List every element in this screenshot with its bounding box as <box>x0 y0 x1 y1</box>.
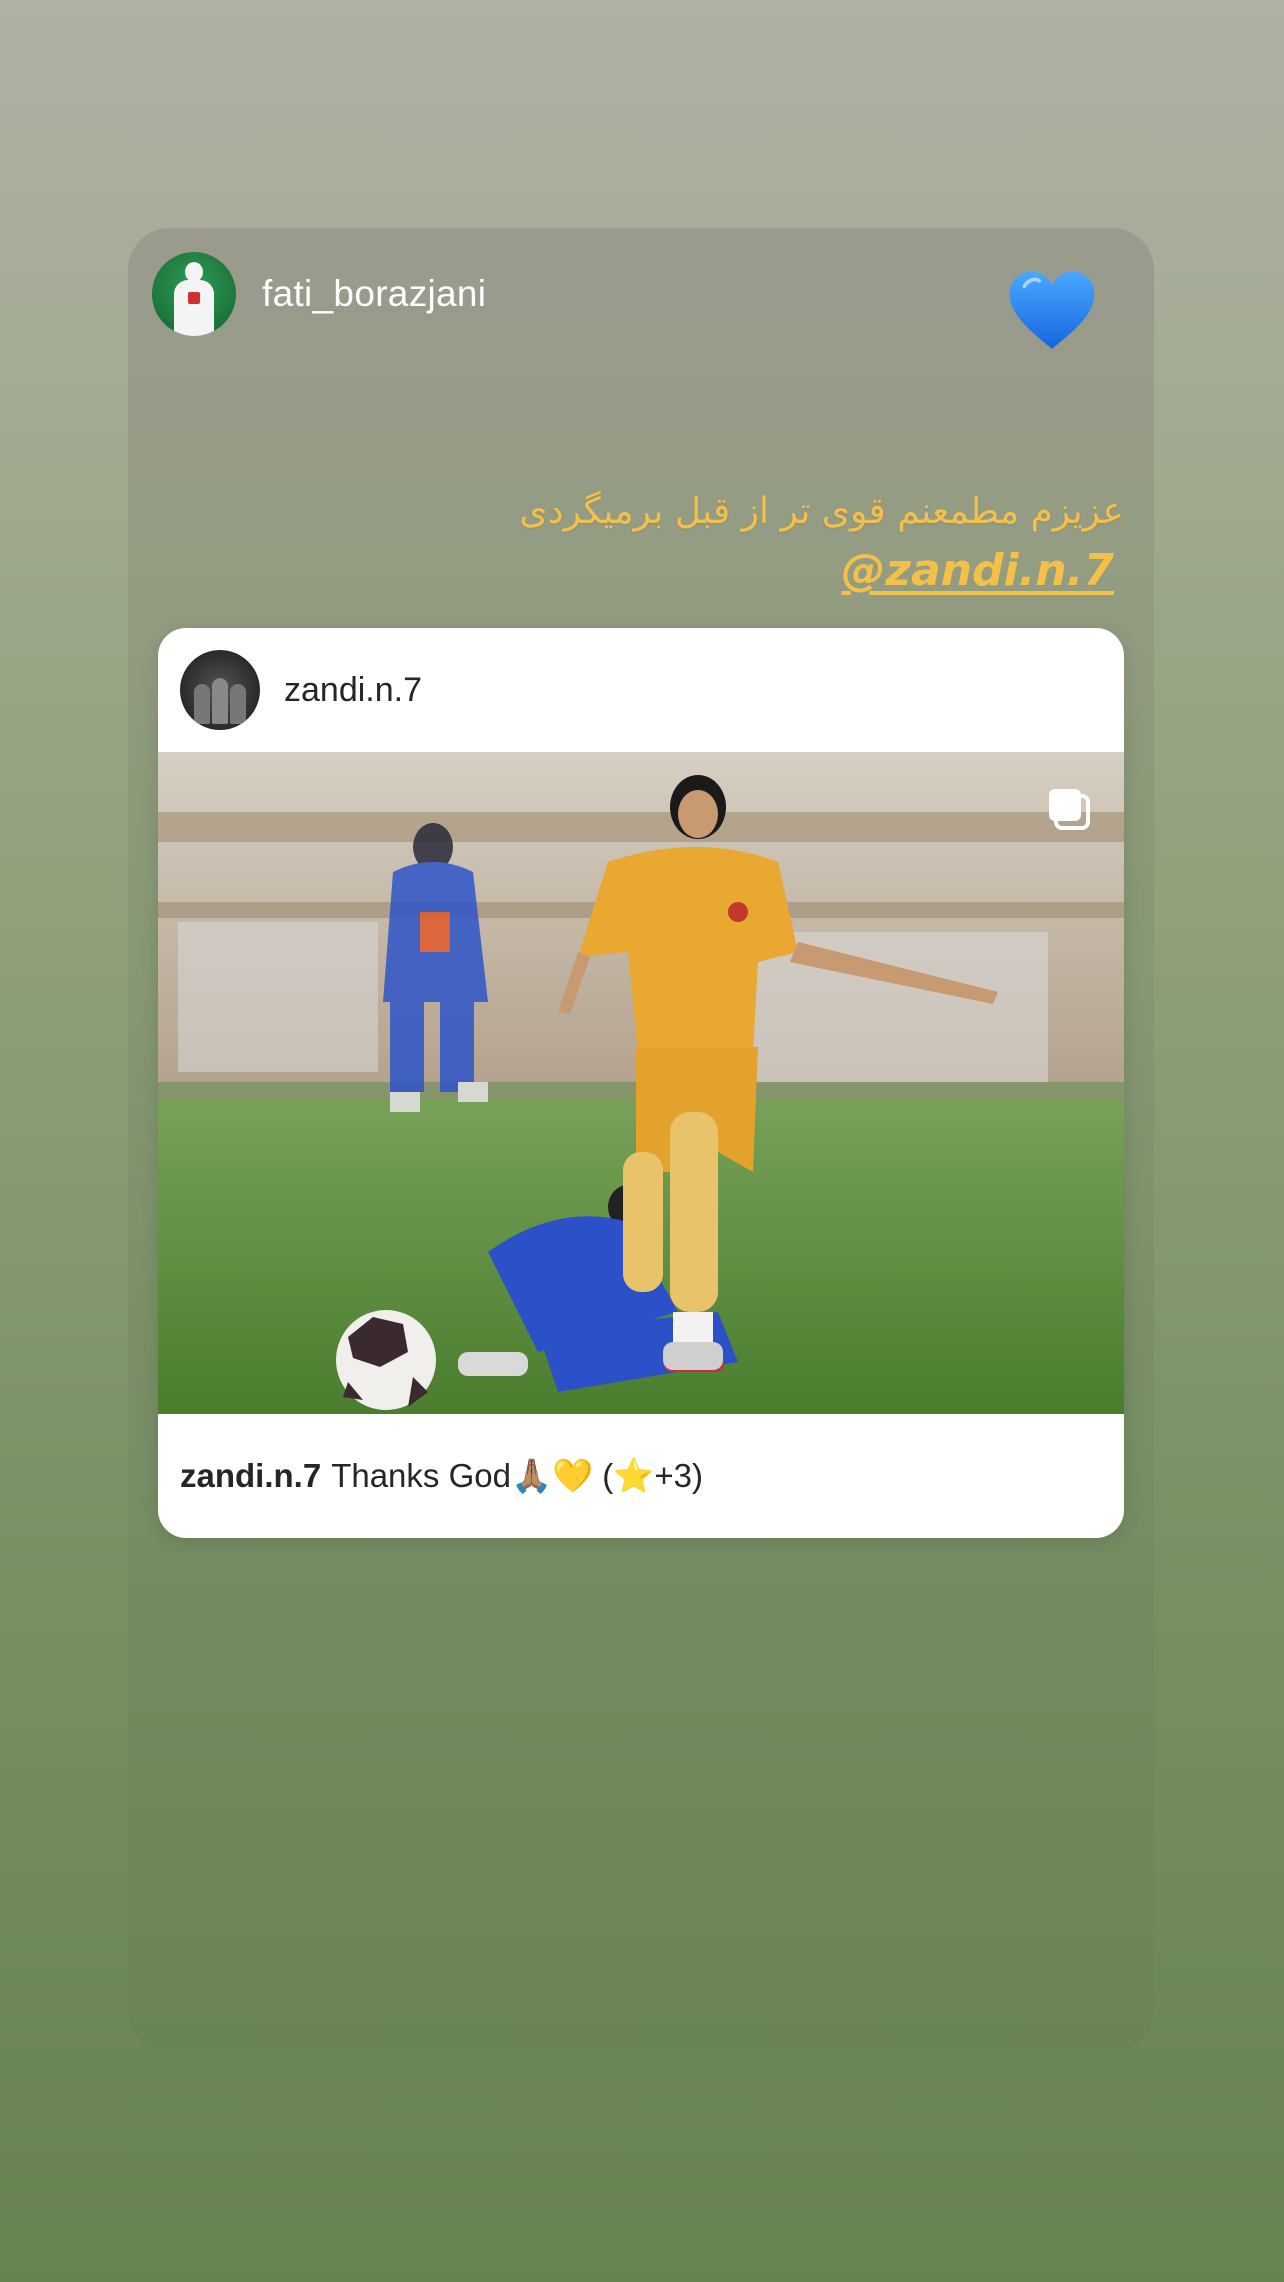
multiple-photos-icon <box>1049 789 1090 830</box>
post-header: zandi.n.7 <box>158 628 1124 752</box>
post-author-username[interactable]: zandi.n.7 <box>284 671 422 710</box>
caption-text: Thanks God🙏🏽💛 (⭐️+3) <box>331 1456 703 1494</box>
mention-link[interactable]: @zandi.n.7 <box>841 545 1114 596</box>
story-caption-text: عزیزم مطمعنم قوی تر از قبل برمیگردی <box>519 491 1124 532</box>
caption-username[interactable]: zandi.n.7 <box>180 1457 321 1495</box>
story-author-username[interactable]: fati_borazjani <box>262 273 486 315</box>
blue-heart-icon <box>1009 271 1095 349</box>
story-header: fati_borazjani <box>152 252 486 336</box>
post-photo[interactable] <box>158 752 1124 1414</box>
story-caption: عزیزم مطمعنم قوی تر از قبل برمیگردی @zan… <box>324 490 1124 596</box>
story-card: fati_borazjani عزیزم مطمعنم قوی تر از قب… <box>128 228 1154 2052</box>
story-author-avatar[interactable] <box>152 252 236 336</box>
football-photo <box>158 752 1124 1414</box>
post-author-avatar[interactable] <box>180 650 260 730</box>
shared-post-card[interactable]: zandi.n.7 zandi.n.7 Thanks God🙏🏽💛 (⭐️+3) <box>158 628 1124 1538</box>
post-caption: zandi.n.7 Thanks God🙏🏽💛 (⭐️+3) <box>158 1414 1124 1538</box>
